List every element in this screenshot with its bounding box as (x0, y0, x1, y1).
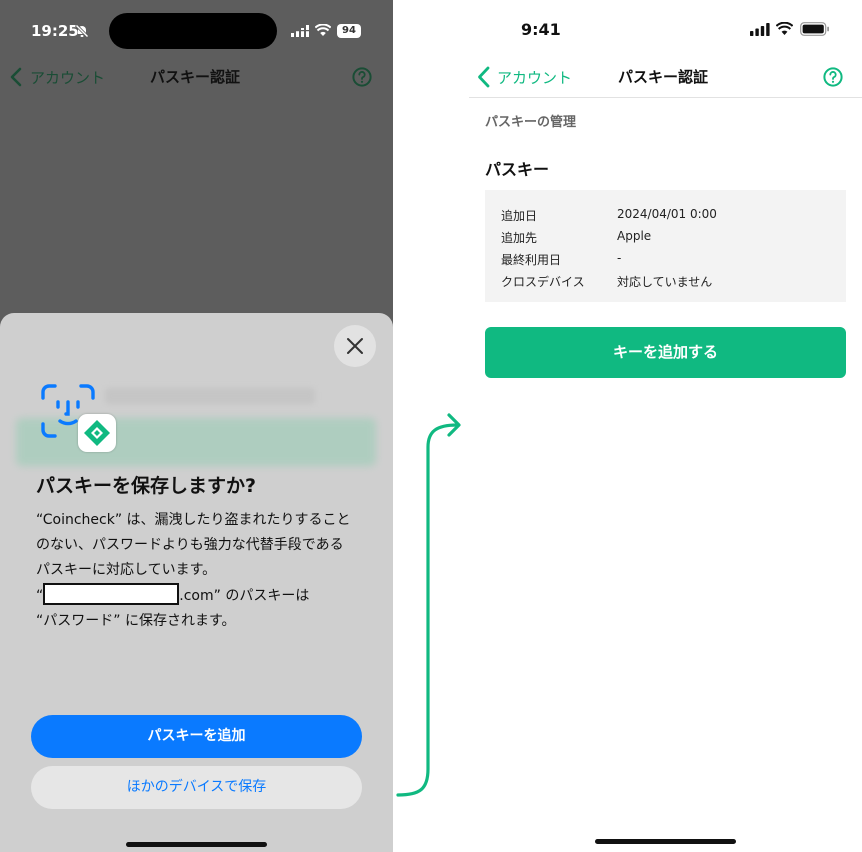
battery-icon: 94 (337, 24, 361, 38)
redacted-domain (43, 583, 180, 605)
back-button[interactable]: アカウント (30, 67, 105, 88)
wifi-icon (315, 24, 331, 36)
status-time: 9:41 (521, 20, 561, 39)
section-label: パスキーの管理 (485, 115, 577, 130)
dialog-body-domain-line: “.com” のパスキーは (36, 583, 356, 609)
transition-arrow-icon (396, 413, 461, 797)
page-title: パスキー認証 (150, 68, 241, 86)
passkey-card-title: パスキー (485, 160, 550, 179)
add-key-button[interactable]: キーを追加する (485, 327, 846, 378)
nav-bar: アカウント パスキー認証 (469, 60, 862, 98)
save-passkey-sheet: パスキーを保存しますか? “Coincheck” は、漏洩したり盗まれたりするこ… (0, 313, 393, 852)
add-passkey-button[interactable]: パスキーを追加 (31, 715, 362, 758)
dialog-body-storage-text: “パスワード” に保存されます。 (36, 613, 236, 629)
close-button[interactable] (334, 325, 376, 367)
help-circle-icon[interactable] (823, 67, 843, 87)
detail-label: 追加先 (501, 231, 538, 245)
bell-slash-icon (75, 24, 89, 38)
back-button[interactable]: アカウント (497, 67, 572, 88)
right-screen: 9:41 アカウント パスキー認証 パスキーの管理 パスキー 追加日 2024/… (469, 0, 862, 852)
save-other-device-button[interactable]: ほかのデバイスで保存 (31, 766, 362, 809)
detail-label: 追加日 (501, 209, 538, 223)
dynamic-island (109, 13, 277, 49)
dialog-title: パスキーを保存しますか? (36, 475, 257, 497)
status-bar: 19:25 94 (0, 0, 393, 60)
blurred-background-text (105, 388, 315, 404)
dialog-body-text: “Coincheck” は、漏洩したり盗まれたりすることのない、パスワードよりも… (36, 512, 351, 578)
chevron-left-icon[interactable] (477, 66, 490, 88)
page-title: パスキー認証 (618, 68, 709, 86)
detail-row-added-date: 追加日 2024/04/01 0:00 (501, 207, 831, 225)
detail-value: 2024/04/01 0:00 (617, 207, 717, 221)
detail-row-cross-device: クロスデバイス 対応していません (501, 273, 831, 291)
detail-value: Apple (617, 229, 652, 243)
help-circle-icon[interactable] (352, 67, 372, 87)
detail-label: 最終利用日 (501, 253, 562, 267)
dialog-body: “Coincheck” は、漏洩したり盗まれたりすることのない、パスワードよりも… (36, 508, 356, 634)
left-screen: 19:25 94 アカウント パスキー認証 パスキーを保存しますか? “Coin… (0, 0, 393, 852)
signal-icon (750, 23, 770, 36)
detail-row-added-to: 追加先 Apple (501, 229, 831, 247)
detail-value: 対応していません (617, 275, 713, 289)
detail-value: - (617, 251, 622, 265)
home-indicator (126, 842, 267, 847)
wifi-icon (776, 22, 793, 35)
passkey-details: 追加日 2024/04/01 0:00 追加先 Apple 最終利用日 - クロ… (485, 190, 846, 302)
home-indicator (595, 839, 736, 844)
detail-label: クロスデバイス (501, 275, 585, 289)
close-icon (347, 338, 363, 354)
nav-bar: アカウント パスキー認証 (0, 60, 393, 94)
chevron-left-icon[interactable] (10, 67, 22, 87)
status-time: 19:25 (31, 22, 79, 40)
coincheck-app-icon (78, 414, 116, 452)
battery-icon (800, 22, 829, 36)
signal-icon (291, 25, 311, 37)
detail-row-last-used: 最終利用日 - (501, 251, 831, 269)
